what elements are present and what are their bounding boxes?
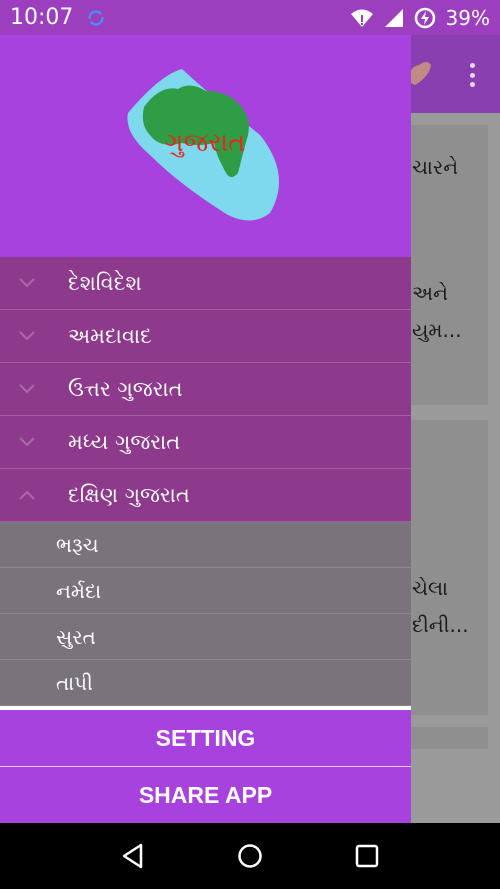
recents-icon[interactable] (353, 842, 381, 870)
navigation-drawer: ગુજરાત દેશવિદેશ અમદાવાદ ઉત્તર ગુજરાત મધ્… (0, 35, 411, 823)
card-text: દીની... (412, 613, 469, 637)
card-text: અને (412, 281, 448, 305)
status-time: 10:07 (10, 5, 74, 30)
drawer-menu: દેશવિદેશ અમદાવાદ ઉત્તર ગુજરાત મધ્ય ગુજરા… (0, 257, 411, 706)
share-app-button[interactable]: SHARE APP (0, 767, 411, 823)
menu-item-label: મધ્ય ગુજરાત (68, 429, 181, 454)
status-icons: 39% (350, 6, 490, 30)
home-icon[interactable] (236, 842, 264, 870)
drawer-footer: SETTING SHARE APP (0, 710, 411, 823)
menu-item-deshvidesh[interactable]: દેશવિદેશ (0, 257, 411, 310)
card-text: ચેલા (412, 576, 449, 600)
menu-item-label: અમદાવાદ (68, 323, 152, 348)
chevron-down-icon (19, 331, 35, 341)
drawer-header: ગુજરાત (0, 35, 411, 257)
logo-text: ગુજરાત (165, 128, 246, 158)
battery-charging-icon (414, 7, 435, 28)
gujarat-map-logo: ગુજરાત (127, 69, 279, 221)
menu-item-label: દેશવિદેશ (68, 270, 142, 295)
chevron-down-icon (19, 278, 35, 288)
overflow-menu-icon[interactable] (470, 63, 476, 87)
submenu-item-tapi[interactable]: તાપી (0, 660, 411, 706)
status-bar: 10:07 39% (0, 0, 500, 35)
signal-icon (384, 8, 403, 27)
chevron-up-icon (19, 490, 35, 500)
setting-button[interactable]: SETTING (0, 710, 411, 766)
submenu-item-narmada[interactable]: નર્મદા (0, 568, 411, 614)
back-icon[interactable] (119, 842, 147, 870)
menu-item-south-gujarat[interactable]: દક્ષિણ ગુજરાત (0, 469, 411, 522)
wifi-icon (350, 9, 373, 27)
menu-item-label: ઉત્તર ગુજરાત (68, 376, 183, 401)
card-text: ચારને (412, 155, 459, 179)
menu-item-ahmedabad[interactable]: અમદાવાદ (0, 310, 411, 363)
menu-item-label: દક્ષિણ ગુજરાત (68, 482, 190, 507)
battery-percent: 39% (445, 5, 490, 30)
chevron-down-icon (19, 384, 35, 394)
card-text: યુમ... (412, 318, 462, 342)
sync-icon (88, 9, 105, 26)
menu-item-north-gujarat[interactable]: ઉત્તર ગુજરાત (0, 363, 411, 416)
navigation-bar (0, 823, 500, 889)
submenu-item-bharuch[interactable]: ભરૂચ (0, 522, 411, 568)
menu-item-central-gujarat[interactable]: મધ્ય ગુજરાત (0, 416, 411, 469)
chevron-down-icon (19, 437, 35, 447)
submenu-item-surat[interactable]: સુરત (0, 614, 411, 660)
